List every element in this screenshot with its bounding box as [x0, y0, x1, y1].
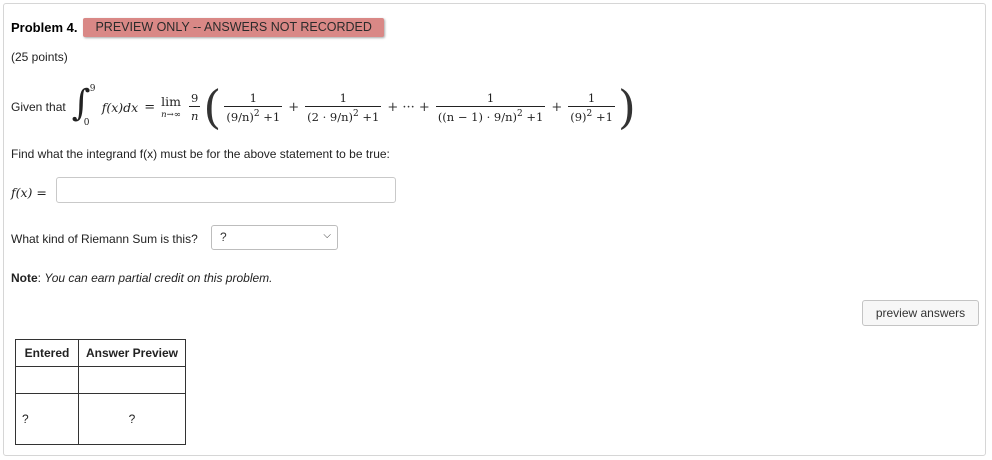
integral-upper-limit: 9	[89, 84, 96, 94]
preview-answers-button[interactable]: preview answers	[862, 300, 979, 326]
integrand: f(x)dx	[101, 99, 139, 115]
integral-lower-limit: 0	[83, 118, 90, 128]
coefficient-fraction: 9 n	[188, 91, 201, 123]
note-text: You can earn partial credit on this prob…	[44, 271, 273, 285]
ellipsis-plus: + ··· +	[387, 99, 430, 115]
integral-symbol: ∫ 9 0	[71, 83, 96, 128]
table-header-row: Entered Answer Preview	[15, 339, 186, 367]
integrand-question: Find what the integrand f(x) must be for…	[11, 147, 390, 161]
table-cell-preview	[78, 366, 186, 394]
term-denominator: (9/n)2 +1	[224, 107, 282, 124]
term-fraction: 1 (2 · 9/n)2 +1	[305, 90, 382, 124]
limit-subscript: n→∞	[161, 110, 181, 120]
note-label: Note	[11, 271, 38, 285]
riemann-selected-value: ?	[220, 230, 227, 244]
term-numerator: 1	[486, 90, 495, 105]
table-cell-entered: ?	[15, 393, 79, 445]
term-base: (9)	[570, 109, 587, 124]
limit: lim n→∞	[161, 94, 181, 120]
term-fraction: 1 (9/n)2 +1	[224, 90, 283, 124]
riemann-question: What kind of Riemann Sum is this?	[11, 232, 198, 246]
term-denominator: ((n − 1) · 9/n)2 +1	[436, 107, 546, 124]
term-tail: +1	[362, 109, 380, 124]
coef-numerator: 9	[191, 91, 199, 105]
fx-label: f(x) =	[11, 185, 47, 200]
coef-denominator: n	[190, 109, 199, 123]
points-label: (25 points)	[11, 50, 68, 64]
plus-sign: +	[551, 99, 563, 115]
term-base: (9/n)	[226, 109, 254, 124]
chevron-down-icon: ⌵	[323, 230, 331, 241]
right-paren: )	[617, 80, 636, 134]
problem-header: Problem 4. PREVIEW ONLY -- ANSWERS NOT R…	[11, 18, 384, 37]
term-denominator: (2 · 9/n)2 +1	[305, 107, 381, 124]
given-label: Given that	[11, 100, 66, 114]
answer-table: Entered Answer Preview ? ?	[15, 339, 186, 445]
left-paren: (	[203, 80, 222, 134]
limit-label: lim	[161, 94, 181, 109]
preview-only-badge: PREVIEW ONLY -- ANSWERS NOT RECORDED	[83, 18, 384, 37]
term-power: 2	[353, 108, 359, 119]
problem-title: Problem 4.	[11, 20, 78, 35]
term-power: 2	[586, 108, 593, 119]
riemann-statement: Given that ∫ 9 0 f(x)dx = lim n→∞ 9 n ( …	[11, 78, 637, 136]
table-cell-preview: ?	[78, 393, 186, 445]
term-tail: +1	[595, 109, 613, 124]
term-denominator: (9)2 +1	[568, 107, 615, 124]
equals-sign: =	[144, 99, 156, 115]
term-base: (2 · 9/n)	[307, 109, 354, 124]
term-fraction: 1 (9)2 +1	[568, 90, 615, 124]
column-header-entered: Entered	[15, 339, 79, 367]
plus-sign: +	[288, 99, 300, 115]
term-base: ((n − 1) · 9/n)	[437, 109, 517, 124]
integrand-answer-input[interactable]	[56, 177, 396, 203]
term-power: 2	[517, 108, 523, 119]
column-header-answer-preview: Answer Preview	[78, 339, 186, 367]
term-numerator: 1	[339, 90, 347, 105]
term-numerator: 1	[249, 90, 257, 105]
partial-credit-note: Note: You can earn partial credit on thi…	[11, 271, 273, 285]
term-power: 2	[253, 108, 260, 119]
note-separator: :	[37, 271, 42, 285]
term-tail: +1	[263, 109, 281, 124]
riemann-sum-select[interactable]: ? ⌵	[211, 225, 338, 250]
table-row	[15, 366, 186, 394]
term-tail: +1	[526, 109, 544, 124]
term-fraction: 1 ((n − 1) · 9/n)2 +1	[435, 90, 546, 124]
table-row: ? ?	[15, 393, 186, 445]
table-cell-entered	[15, 366, 79, 394]
term-numerator: 1	[587, 90, 596, 105]
